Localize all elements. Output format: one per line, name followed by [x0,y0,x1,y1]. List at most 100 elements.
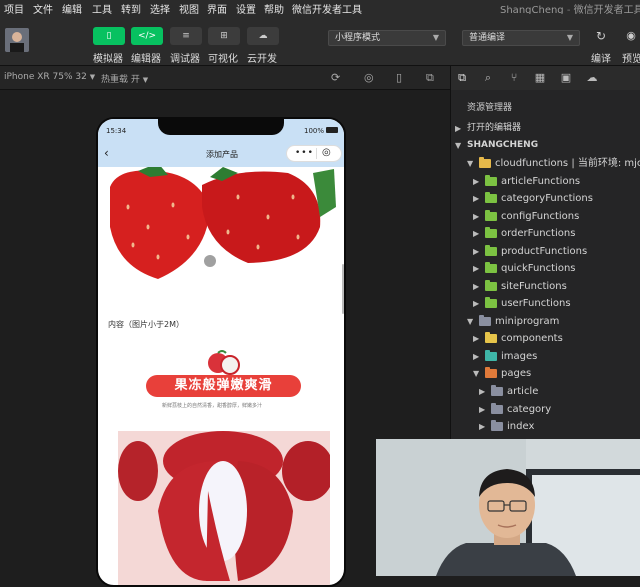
rotate-icon[interactable]: ⟳ [331,71,340,84]
device-select[interactable]: iPhone XR 75% 32 ▼ [4,72,95,82]
lychee-image [118,431,330,585]
chevron-down-icon: ▼ [473,369,480,378]
chevron-down-icon: ▼ [89,73,96,81]
extensions-icon[interactable]: ▦ [533,71,547,85]
close-circle-icon[interactable]: ◎ [322,147,331,158]
tree-folder-quickfunctions[interactable]: ▶ quickFunctions [451,260,640,277]
debugger-label: 调试器 [170,54,200,65]
chevron-right-icon: ▶ [473,352,480,361]
explorer-activity-bar: ⧉ ⌕ ⑂ ▦ ▣ ☁ [451,66,640,90]
tree-folder-images[interactable]: ▶ images [451,348,640,365]
cloud-dev-button[interactable]: ☁ [247,27,279,45]
files-icon[interactable]: ⧉ [455,71,469,85]
tree-label: userFunctions [501,298,571,309]
visual-toggle-button[interactable]: ⊞ [208,27,240,45]
search-icon[interactable]: ⌕ [481,71,495,85]
open-editors-label: 打开的编辑器 [467,123,522,133]
tree-folder-article[interactable]: ▶ article [451,383,640,400]
cloud-label: 云开发 [247,54,277,65]
folder-icon [491,420,503,431]
tree-folder-pages[interactable]: ▼ pages [451,365,640,382]
chevron-right-icon: ▶ [473,212,480,221]
hot-reload-toggle[interactable]: 热重载 开 ▼ [101,72,148,85]
tree-label: configFunctions [501,211,580,222]
tree-folder-categoryfunctions[interactable]: ▶ categoryFunctions [451,190,640,207]
hot-reload-value: 热重载 开 [101,75,140,85]
tree-folder-category[interactable]: ▶ category [451,401,640,418]
chevron-right-icon: ▶ [473,194,480,203]
tree-label: categoryFunctions [501,193,593,204]
refresh-icon[interactable]: ↻ [594,29,608,43]
tree-label: cloudfunctions | 当前环境: mjcl [495,158,640,169]
chevron-right-icon: ▶ [455,124,462,133]
mode-select[interactable]: 小程序模式 ▼ [328,30,446,46]
window-icon[interactable]: ⧉ [426,71,434,85]
cloud-icon: ☁ [258,31,268,41]
phone-icon[interactable]: ▯ [396,71,402,84]
tree-folder-articlefunctions[interactable]: ▶ articleFunctions [451,173,640,190]
save-icon[interactable]: ▣ [559,71,573,85]
back-icon[interactable]: ‹ [104,146,109,160]
phone-simulator: 15:34 100% ‹ 添加产品 ••• ◎ 内容（图片小于2M） 果冻般弹嫩… [96,117,346,587]
cloud-icon[interactable]: ☁ [585,71,599,85]
menu-bar: 项目 文件 编辑 工具 转到 选择 视图 界面 设置 帮助 微信开发者工具 Sh… [0,0,640,16]
compile-mode-select[interactable]: 普通编译 ▼ [462,30,580,46]
cloud-folder-icon [485,280,497,291]
simulator-label: 模拟器 [93,54,123,65]
git-branch-icon[interactable]: ⑂ [507,71,521,85]
tree-folder-cloudfunctions[interactable]: ▼ cloudfunctions | 当前环境: mjcl [451,155,640,172]
tree-folder-productfunctions[interactable]: ▶ productFunctions [451,243,640,260]
visual-label: 可视化 [208,54,238,65]
cloud-folder-icon [485,262,497,273]
chevron-down-icon: ▼ [142,76,149,84]
avatar[interactable] [5,28,29,52]
chevron-right-icon: ▶ [473,299,480,308]
banner-subtitle: 新鲜荔枝上的自然清香，甜香醇厚，鲜嫩多汁 [162,403,263,409]
toolbar: ▯ 模拟器 </> 编辑器 ≡ 调试器 ⊞ 可视化 ☁ 云开发 小程序模式 ▼ … [0,14,640,66]
battery-icon [326,127,338,133]
chevron-right-icon: ▶ [479,387,486,396]
open-editors-section[interactable]: ▶ 打开的编辑器 [451,120,640,137]
cloud-folder-icon [485,175,497,186]
preview-button[interactable]: 预览 [622,50,640,65]
compile-mode-value: 普通编译 [469,33,506,43]
tree-label: miniprogram [495,316,560,327]
more-icon[interactable]: ••• [295,148,314,158]
debugger-toggle-button[interactable]: ≡ [170,27,202,45]
webcam-image [376,439,640,576]
phone-notch [158,119,284,135]
debug-icon: ≡ [182,31,190,41]
chevron-down-icon: ▼ [432,33,439,42]
tree-label: images [501,351,538,362]
compile-button[interactable]: 编译 [591,50,611,65]
tree-folder-configfunctions[interactable]: ▶ configFunctions [451,208,640,225]
tree-folder-components[interactable]: ▶ components [451,330,640,347]
folder-icon [479,157,491,168]
capsule-divider [316,148,317,159]
editor-toggle-button[interactable]: </> [131,27,163,45]
tree-label: category [507,404,552,415]
tree-folder-userfunctions[interactable]: ▶ userFunctions [451,295,640,312]
strawberry-image [98,167,344,287]
status-battery: 100% [304,127,325,135]
eye-icon[interactable]: ◉ [624,29,638,43]
tree-folder-orderfunctions[interactable]: ▶ orderFunctions [451,225,640,242]
tree-label: components [501,333,563,344]
tree-label: article [507,386,539,397]
stop-icon[interactable]: ◎ [364,71,374,84]
cloud-folder-icon [485,245,497,256]
tree-label: quickFunctions [501,263,576,274]
simulator-toggle-button[interactable]: ▯ [93,27,125,45]
chevron-right-icon: ▶ [479,405,486,414]
chevron-right-icon: ▶ [473,334,480,343]
scrollbar[interactable] [342,264,344,314]
project-section[interactable]: ▼ SHANGCHENG [451,137,640,154]
tree-folder-index[interactable]: ▶ index [451,418,640,435]
simulator-subbar: iPhone XR 75% 32 ▼ 热重载 开 ▼ ⟳ ◎ ▯ ⧉ [0,66,450,90]
tree-folder-miniprogram[interactable]: ▼ miniprogram [451,313,640,330]
chevron-down-icon: ▼ [566,33,573,42]
chevron-down-icon: ▼ [455,141,462,150]
editor-label: 编辑器 [131,54,161,65]
chevron-right-icon: ▶ [479,422,486,431]
tree-folder-sitefunctions[interactable]: ▶ siteFunctions [451,278,640,295]
